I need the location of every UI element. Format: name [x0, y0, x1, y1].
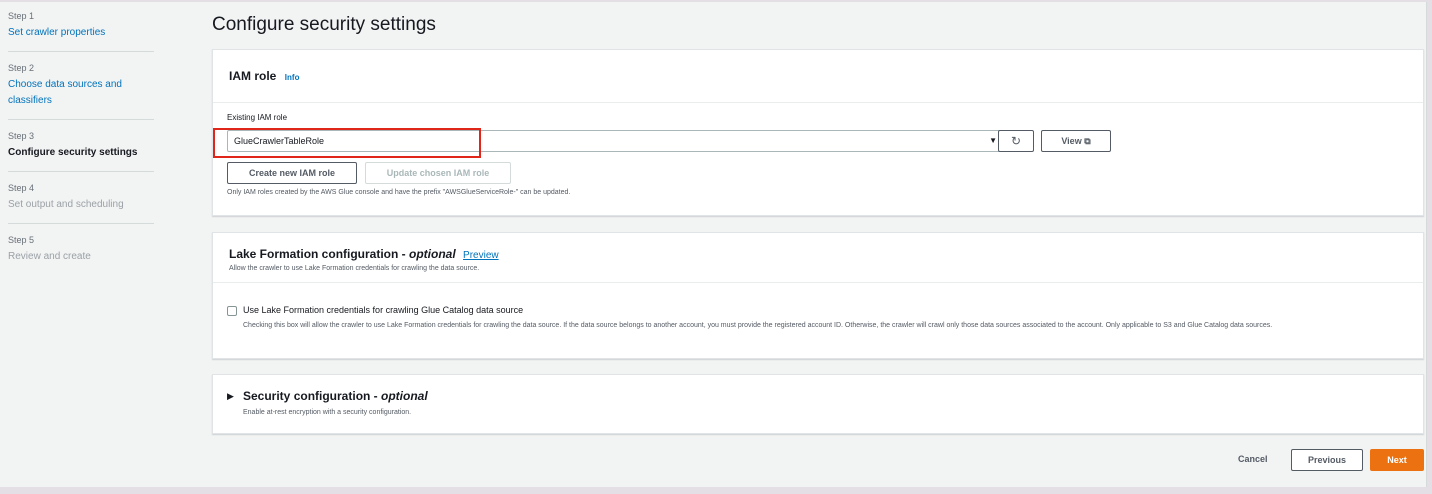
step-1: Step 1 Set crawler properties [8, 10, 154, 52]
iam-role-note: Only IAM roles created by the AWS Glue c… [227, 189, 571, 196]
security-title-text: Security configuration - [243, 389, 382, 403]
step-number: Step 2 [8, 63, 35, 73]
step-current-configure-security: Configure security settings [8, 147, 138, 158]
iam-role-panel: IAM role Info Existing IAM role GlueCraw… [212, 49, 1424, 216]
view-role-button[interactable]: View ⧉ [1041, 130, 1111, 152]
lake-formation-title-text: Lake Formation configuration - [229, 247, 410, 261]
wizard-steps-nav: Step 1 Set crawler properties Step 2 Cho… [0, 2, 160, 487]
step-link-set-crawler-properties[interactable]: Set crawler properties [8, 25, 154, 41]
annotation-highlight-box [213, 128, 481, 158]
optional-tag: optional [381, 389, 428, 403]
step-set-output-scheduling: Set output and scheduling [8, 199, 124, 210]
cancel-button[interactable]: Cancel [1238, 454, 1268, 464]
iam-info-link[interactable]: Info [285, 73, 300, 82]
iam-role-title: IAM role [229, 69, 277, 83]
iam-role-header: IAM role Info [213, 50, 1423, 103]
preview-link[interactable]: Preview [463, 250, 499, 261]
security-configuration-title[interactable]: Security configuration - optional [243, 389, 428, 403]
security-configuration-description: Enable at-rest encryption with a securit… [243, 409, 412, 416]
external-link-icon: ⧉ [1084, 136, 1091, 146]
caret-down-icon: ▼ [989, 136, 997, 145]
step-4: Step 4 Set output and scheduling [8, 182, 154, 224]
existing-iam-role-label: Existing IAM role [227, 113, 288, 122]
step-number: Step 3 [8, 131, 35, 141]
lake-formation-checkbox[interactable] [227, 306, 237, 316]
expand-caret-icon[interactable]: ▶ [227, 391, 234, 402]
step-2: Step 2 Choose data sources and classifie… [8, 62, 154, 120]
step-3: Step 3 Configure security settings [8, 130, 154, 172]
lake-formation-description: Allow the crawler to use Lake Formation … [229, 265, 480, 272]
lake-formation-title: Lake Formation configuration - optional … [229, 247, 1409, 261]
previous-button[interactable]: Previous [1291, 449, 1363, 471]
create-iam-role-button[interactable]: Create new IAM role [227, 162, 357, 184]
step-5: Step 5 Review and create [8, 234, 154, 275]
lake-formation-checkbox-description: Checking this box will allow the crawler… [243, 322, 1273, 329]
update-iam-role-button[interactable]: Update chosen IAM role [365, 162, 511, 184]
view-button-label: View [1061, 136, 1082, 146]
step-number: Step 5 [8, 235, 35, 245]
lake-formation-panel: Lake Formation configuration - optional … [212, 232, 1424, 359]
step-review-create: Review and create [8, 251, 91, 262]
security-configuration-panel[interactable]: ▶ Security configuration - optional Enab… [212, 374, 1424, 434]
step-number: Step 1 [8, 11, 35, 21]
refresh-button[interactable]: ↻ [998, 130, 1034, 152]
page-title: Configure security settings [212, 14, 436, 35]
refresh-icon: ↻ [1010, 134, 1022, 148]
wizard-frame: Step 1 Set crawler properties Step 2 Cho… [0, 2, 1427, 487]
lake-formation-header: Lake Formation configuration - optional … [213, 233, 1423, 283]
step-number: Step 4 [8, 183, 35, 193]
lake-formation-checkbox-label[interactable]: Use Lake Formation credentials for crawl… [243, 305, 523, 315]
optional-tag: optional [409, 247, 456, 261]
next-button[interactable]: Next [1370, 449, 1424, 471]
step-link-choose-data-sources[interactable]: Choose data sources and classifiers [8, 77, 154, 109]
